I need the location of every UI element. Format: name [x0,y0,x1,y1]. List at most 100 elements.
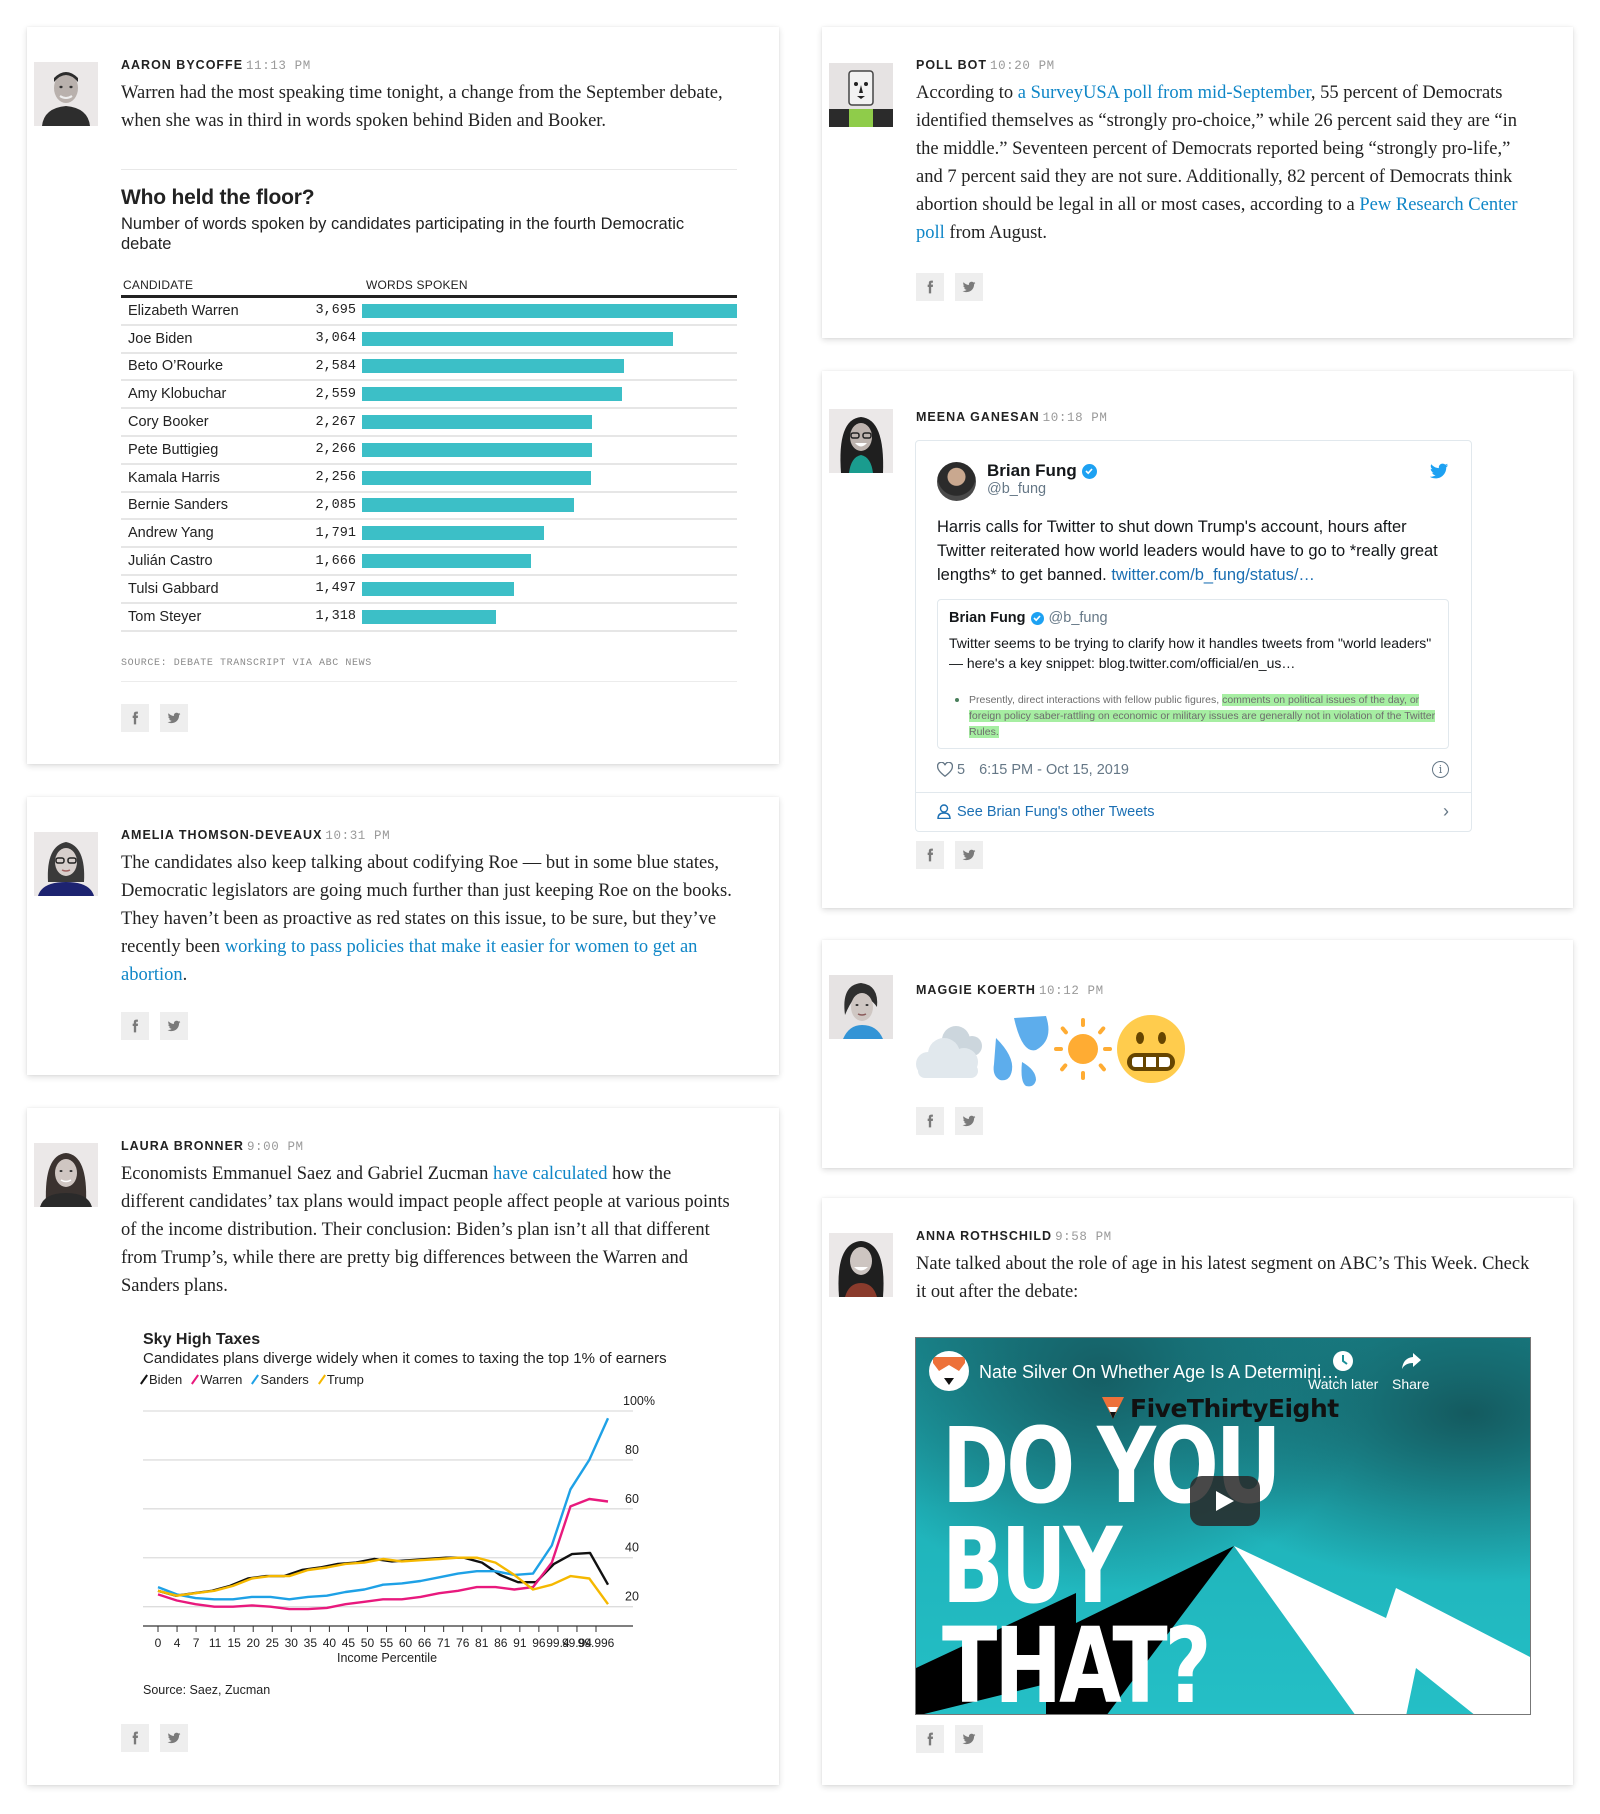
body-text: . [182,965,188,985]
quoted-snippet-image: Presently, direct interactions with fell… [949,692,1436,740]
series-line-warren [157,1497,609,1611]
watch-later-label: Watch later [1308,1376,1379,1392]
bar-row: Andrew Yang 1,791 [121,520,737,549]
bar [362,359,625,374]
bar [362,470,591,485]
post-body: Nate talked about the role of age in his… [916,1254,1530,1302]
table-header: CANDIDATE WORDS SPOKEN [121,278,737,292]
watch-later-button[interactable]: Watch later [1308,1350,1378,1392]
bar-row: Beto O’Rourke 2,584 [121,354,737,382]
twitter-icon [167,712,181,724]
bar-category-label: Beto O’Rourke [128,358,224,375]
snippet-text: Presently, direct interactions with fell… [969,694,1223,706]
fivethirtyeight-brand: FiveThirtyEight [1102,1394,1339,1423]
facebook-share-button[interactable] [121,1724,149,1752]
twitter-icon [962,1115,976,1127]
legend-swatch [140,1374,148,1385]
x-tick-label: 25 [266,1636,280,1650]
twitter-share-button[interactable] [160,1012,188,1040]
post-card-anna-rothschild: ANNA ROTHSCHILD 9:58 PM Nate talked about… [822,1198,1573,1785]
facebook-icon [132,711,139,725]
post-content: MAGGIE KOERTH 10:12 PM [916,982,1531,999]
bar-value-label: 1,791 [315,525,356,541]
have-calculated-link[interactable]: have calculated [493,1164,608,1184]
bar-category-label: Julián Castro [128,553,213,570]
legend-label: Sanders [260,1372,309,1387]
youtube-video-embed[interactable]: DO YOU BUY THAT? Nate Silver On Whether … [915,1337,1531,1715]
bar-category-label: Pete Buttigieg [128,441,219,458]
author-name[interactable]: POLL BOT [916,58,987,72]
bar-value-label: 3,064 [315,331,356,347]
tweet-author-name-text: Brian Fung [987,461,1077,480]
quoted-tweet[interactable]: Brian Fung @b_fung Twitter seems to be t… [937,599,1449,749]
person-icon [937,804,951,819]
author-name[interactable]: LAURA BRONNER [121,1139,244,1153]
twitter-share-button[interactable] [955,273,983,301]
chevron-right-icon: › [1443,801,1449,821]
bar-value-label: 1,318 [315,609,356,625]
facebook-share-button[interactable] [121,704,149,732]
body-text: from August. [944,223,1048,243]
bar-value-label: 2,559 [315,386,356,402]
twitter-share-button[interactable] [955,841,983,869]
tweet-text: Harris calls for Twitter to shut down Tr… [937,515,1449,587]
author-name[interactable]: MEENA GANESAN [916,410,1040,424]
share-buttons [916,1107,983,1135]
x-tick-label: 20 [247,1636,261,1650]
share-video-button[interactable]: Share [1392,1350,1429,1392]
emoji-row [914,1010,1190,1088]
video-title[interactable]: Nate Silver On Whether Age Is A Determin… [979,1362,1339,1383]
surveyusa-poll-link[interactable]: a SurveyUSA poll from mid-September [1018,83,1311,103]
y-tick-label: 20 [625,1590,639,1604]
channel-logo[interactable] [929,1351,969,1391]
post-time: 10:31 PM [325,829,391,843]
post-content: ANNA ROTHSCHILD 9:58 PM Nate talked about… [916,1228,1531,1306]
like-button[interactable]: 5 [937,762,965,778]
share-buttons [916,1725,983,1753]
author-name[interactable]: MAGGIE KOERTH [916,983,1036,997]
tweet-author-handle[interactable]: @b_fung [987,481,1046,497]
twitter-icon [962,281,976,293]
quoted-author-name: Brian Fung [949,610,1026,626]
twitter-share-button[interactable] [955,1107,983,1135]
twitter-share-button[interactable] [160,1724,188,1752]
x-tick-label: 96 [532,1636,546,1650]
info-icon[interactable]: i [1432,761,1449,778]
legend-swatch [251,1374,260,1385]
facebook-share-button[interactable] [121,1012,149,1040]
sun-emoji [1054,1018,1112,1080]
embedded-tweet[interactable]: Brian Fung @b_fung Harris calls for Twit… [915,440,1472,832]
author-name[interactable]: AARON BYCOFFE [121,58,243,72]
bar [362,442,592,457]
bar [362,415,593,430]
x-tick-label: 99.996 [578,1636,615,1650]
tweet-author-avatar[interactable] [937,462,976,501]
twitter-share-button[interactable] [955,1725,983,1753]
play-button[interactable] [1190,1476,1260,1526]
facebook-icon [927,1732,934,1746]
author-name[interactable]: AMELIA THOMSON-DEVEAUX [121,828,322,842]
author-name[interactable]: ANNA ROTHSCHILD [916,1229,1052,1243]
facebook-share-button[interactable] [916,1725,944,1753]
fivethirtyeight-logo-icon [1102,1396,1124,1419]
twitter-share-button[interactable] [160,704,188,732]
bar-row: Tulsi Gabbard 1,497 [121,576,737,604]
facebook-share-button[interactable] [916,273,944,301]
tweet-timestamp[interactable]: 6:15 PM - Oct 15, 2019 [979,762,1129,778]
tweet-status-link[interactable]: twitter.com/b_fung/status/… [1111,566,1315,584]
legend-label: Warren [200,1372,243,1387]
twitter-logo-icon[interactable] [1429,463,1449,480]
post-card-maggie-koerth: MAGGIE KOERTH 10:12 PM [822,940,1573,1168]
y-tick-label: 100% [623,1394,655,1408]
facebook-share-button[interactable] [916,841,944,869]
divider [121,680,737,682]
post-card-meena-ganesan: MEENA GANESAN 10:18 PM Brian Fung @b_fung… [822,371,1573,908]
tweet-author-name[interactable]: Brian Fung [987,461,1097,481]
post-content: POLL BOT 10:20 PM According to a SurveyUS… [916,57,1531,247]
facebook-share-button[interactable] [916,1107,944,1135]
bar-value-label: 2,085 [315,497,356,513]
see-other-tweets-link[interactable]: See Brian Fung's other Tweets › [937,801,1449,822]
facebook-icon [927,280,934,294]
x-tick-label: 71 [437,1636,451,1650]
post-content: AMELIA THOMSON-DEVEAUX 10:31 PM The candi… [121,827,737,989]
